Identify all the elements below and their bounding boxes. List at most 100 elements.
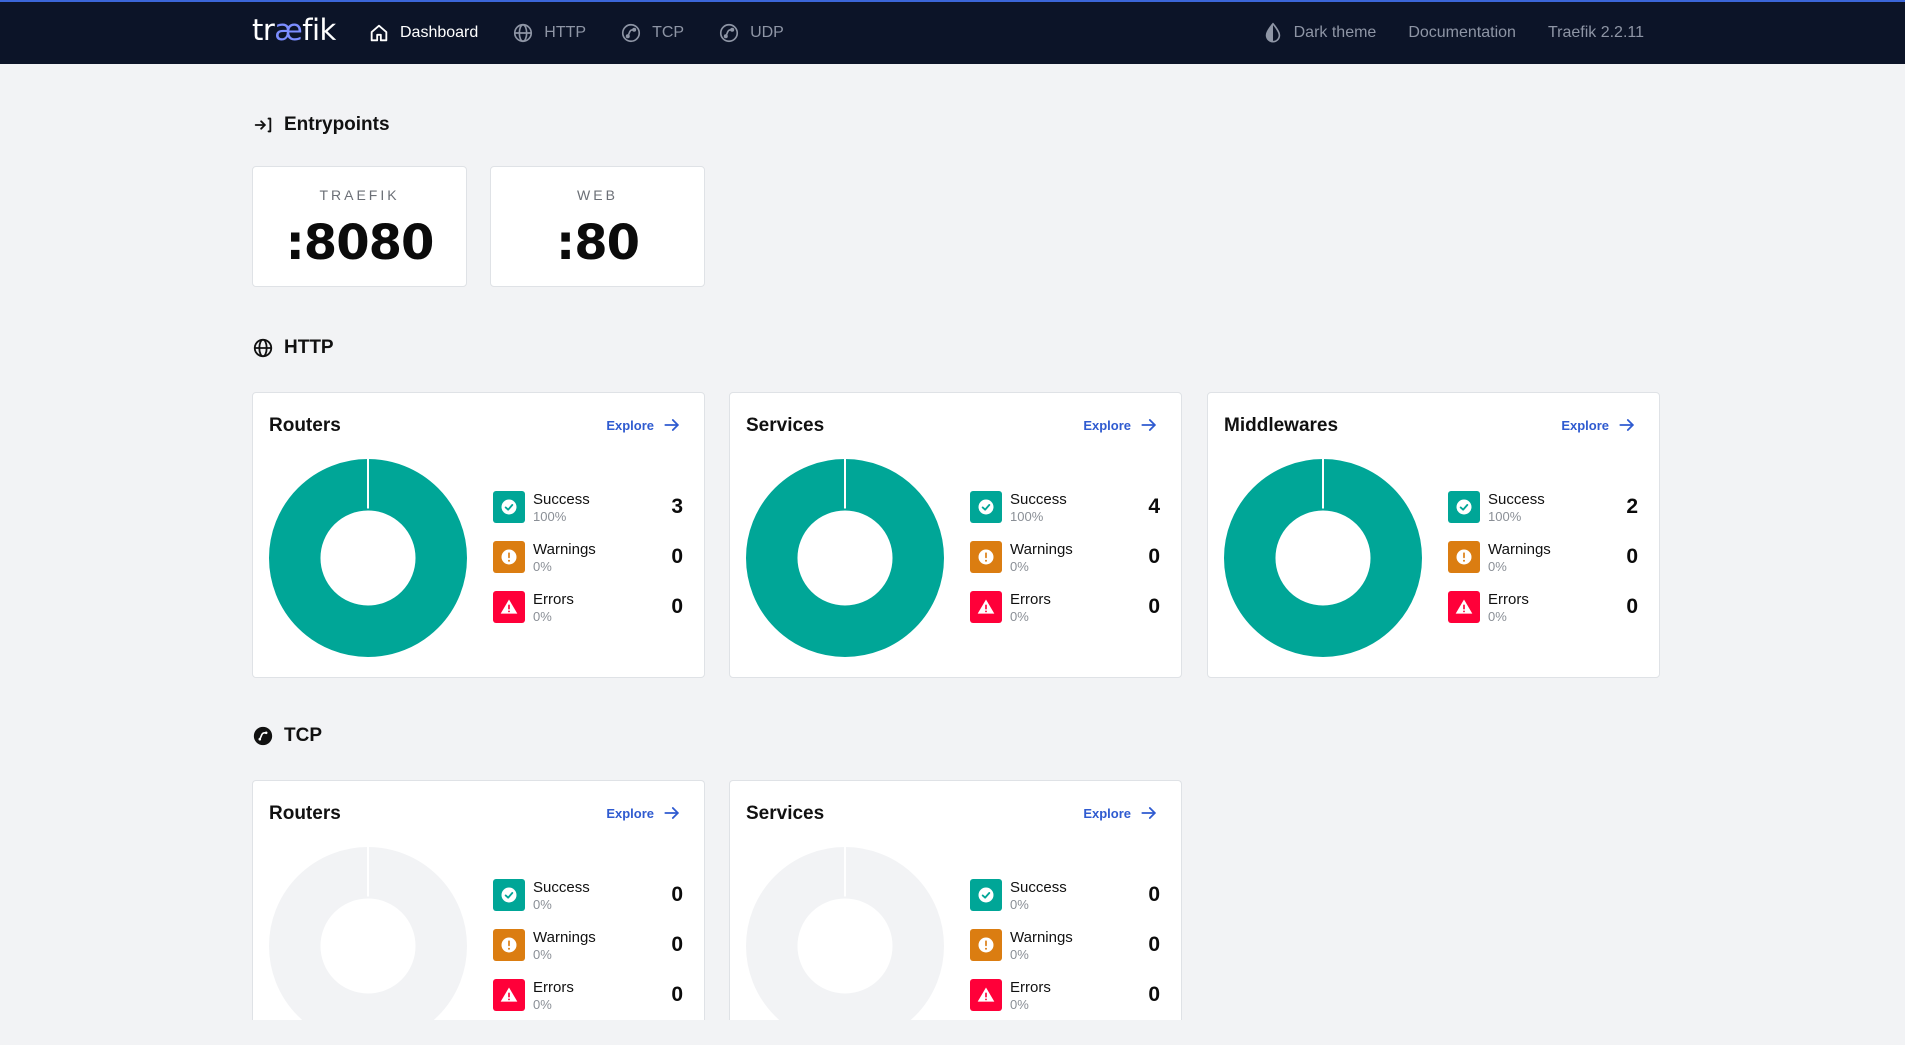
main-nav: Dashboard HTTP TCP UDP xyxy=(368,2,818,64)
alert-triangle-icon xyxy=(1455,599,1473,614)
warnings-count: 0 xyxy=(671,933,683,956)
warnings-label: Warnings xyxy=(1010,541,1073,558)
tcp-services-card: Services Explore Success 0% 0 Warnings 0… xyxy=(729,780,1182,1045)
explore-label: Explore xyxy=(606,417,654,433)
top-navbar: træfik Dashboard HTTP TCP UDP Dark theme… xyxy=(0,0,1905,64)
status-legend: Success 100% 3 Warnings 0% 0 Errors 0% 0 xyxy=(493,491,683,641)
error-badge xyxy=(493,979,525,1011)
nav-item-tcp[interactable]: TCP xyxy=(620,22,684,44)
dark-theme-toggle[interactable]: Dark theme xyxy=(1262,22,1377,44)
nav-item-dashboard[interactable]: Dashboard xyxy=(368,22,478,44)
legend-row-warnings: Warnings 0% 0 xyxy=(970,541,1160,591)
explore-link[interactable]: Explore xyxy=(1083,803,1159,823)
logo-text-prefix: tr xyxy=(252,13,275,47)
error-badge xyxy=(970,591,1002,623)
success-percent: 0% xyxy=(533,897,552,912)
errors-label: Errors xyxy=(533,591,574,608)
check-circle-icon xyxy=(978,499,994,515)
login-arrow-icon xyxy=(254,117,272,133)
warning-circle-icon xyxy=(978,549,994,565)
status-donut-chart xyxy=(746,459,944,657)
home-icon xyxy=(370,24,388,42)
http-services-card: Services Explore Success 100% 4 Warnings… xyxy=(729,392,1182,678)
card-title: Services xyxy=(746,803,825,824)
legend-row-success: Success 100% 4 xyxy=(970,491,1160,541)
warning-circle-icon xyxy=(1456,549,1472,565)
success-count: 3 xyxy=(671,495,683,518)
success-percent: 0% xyxy=(1010,897,1029,912)
arrow-right-icon xyxy=(664,419,679,431)
nav-item-http[interactable]: HTTP xyxy=(512,22,586,44)
legend-row-warnings: Warnings 0% 0 xyxy=(493,541,683,591)
card-title: Middlewares xyxy=(1224,415,1339,436)
explore-link[interactable]: Explore xyxy=(1083,415,1159,435)
legend-row-warnings: Warnings 0% 0 xyxy=(493,929,683,979)
status-donut-chart xyxy=(746,847,944,1045)
entrypoint-name: TRAEFIK xyxy=(319,187,400,203)
http-routers-card: Routers Explore Success 100% 3 Warnings … xyxy=(252,392,705,678)
tcp-icon xyxy=(253,726,273,746)
version-link[interactable]: Traefik 2.2.11 xyxy=(1548,24,1644,42)
success-badge xyxy=(493,879,525,911)
alert-triangle-icon xyxy=(500,599,518,614)
warnings-percent: 0% xyxy=(1010,559,1029,574)
legend-row-errors: Errors 0% 0 xyxy=(493,979,683,1029)
warnings-percent: 0% xyxy=(533,559,552,574)
nav-item-label: TCP xyxy=(652,24,685,41)
explore-link[interactable]: Explore xyxy=(606,803,682,823)
card-title: Services xyxy=(746,415,825,436)
warnings-label: Warnings xyxy=(533,929,596,946)
arrow-right-icon xyxy=(664,807,679,819)
globe-icon xyxy=(253,338,273,358)
legend-row-errors: Errors 0% 0 xyxy=(1448,591,1638,641)
errors-label: Errors xyxy=(1488,591,1529,608)
legend-row-success: Success 100% 3 xyxy=(493,491,683,541)
errors-percent: 0% xyxy=(1488,609,1507,624)
success-count: 4 xyxy=(1148,495,1160,518)
check-circle-icon xyxy=(978,887,994,903)
entrypoint-port: :80 xyxy=(556,215,640,271)
documentation-link[interactable]: Documentation xyxy=(1408,24,1516,42)
errors-label: Errors xyxy=(1010,979,1051,996)
errors-count: 0 xyxy=(1626,595,1638,618)
udp-icon xyxy=(719,23,739,43)
traefik-logo[interactable]: træfik xyxy=(252,13,336,47)
success-label: Success xyxy=(533,491,590,508)
success-badge xyxy=(970,879,1002,911)
warnings-label: Warnings xyxy=(1488,541,1551,558)
success-count: 0 xyxy=(671,883,683,906)
warning-circle-icon xyxy=(978,937,994,953)
errors-count: 0 xyxy=(671,595,683,618)
explore-label: Explore xyxy=(1083,417,1131,433)
explore-label: Explore xyxy=(606,805,654,821)
version-label: Traefik 2.2.11 xyxy=(1547,24,1644,41)
success-count: 0 xyxy=(1148,883,1160,906)
nav-item-label: UDP xyxy=(750,24,784,41)
legend-row-warnings: Warnings 0% 0 xyxy=(970,929,1160,979)
status-legend: Success 0% 0 Warnings 0% 0 Errors 0% 0 xyxy=(493,879,683,1029)
nav-item-udp[interactable]: UDP xyxy=(718,22,784,44)
dark-theme-label: Dark theme xyxy=(1293,24,1377,41)
warnings-label: Warnings xyxy=(1010,929,1073,946)
check-circle-icon xyxy=(501,887,517,903)
warnings-label: Warnings xyxy=(533,541,596,558)
success-label: Success xyxy=(1010,491,1067,508)
arrow-right-icon xyxy=(1619,419,1634,431)
errors-percent: 0% xyxy=(533,609,552,624)
legend-row-errors: Errors 0% 0 xyxy=(970,979,1160,1029)
entrypoint-name: WEB xyxy=(577,187,618,203)
explore-link[interactable]: Explore xyxy=(606,415,682,435)
warnings-percent: 0% xyxy=(533,947,552,962)
warning-badge xyxy=(970,929,1002,961)
warning-circle-icon xyxy=(501,937,517,953)
explore-link[interactable]: Explore xyxy=(1561,415,1637,435)
nav-item-label: Dashboard xyxy=(400,24,479,41)
status-donut-chart xyxy=(1224,459,1422,657)
warnings-count: 0 xyxy=(1148,545,1160,568)
legend-row-errors: Errors 0% 0 xyxy=(493,591,683,641)
status-donut-chart xyxy=(269,847,467,1045)
entrypoint-card-web: WEB :80 xyxy=(490,166,705,287)
success-badge xyxy=(970,491,1002,523)
success-percent: 100% xyxy=(533,509,567,524)
logo-text-suffix: fik xyxy=(302,13,336,47)
